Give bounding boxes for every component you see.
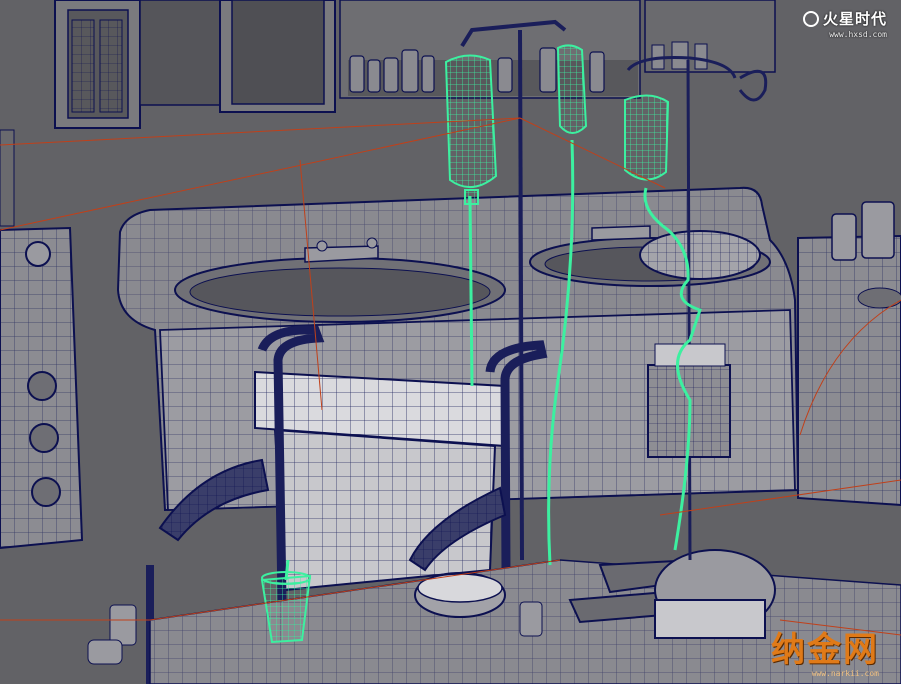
bottom-brand-text: 纳金网 bbox=[771, 630, 879, 670]
hxsd-logo-icon bbox=[802, 10, 819, 27]
top-logo-url: www.hxsd.com bbox=[829, 30, 887, 39]
right-cabinet bbox=[797, 201, 901, 507]
bottom-watermark: 纳金网 www.narkii.com bbox=[771, 633, 879, 678]
bottom-brand-url: www.narkii.com bbox=[811, 669, 879, 678]
top-logo-text: 火星时代 bbox=[822, 10, 887, 28]
maya-viewport[interactable]: 火星时代 www.hxsd.com 纳金网 www.narkii.com bbox=[0, 0, 901, 684]
kettle bbox=[639, 230, 761, 280]
top-watermark: 火星时代 www.hxsd.com bbox=[802, 8, 887, 39]
wireframe-scene bbox=[0, 0, 901, 684]
